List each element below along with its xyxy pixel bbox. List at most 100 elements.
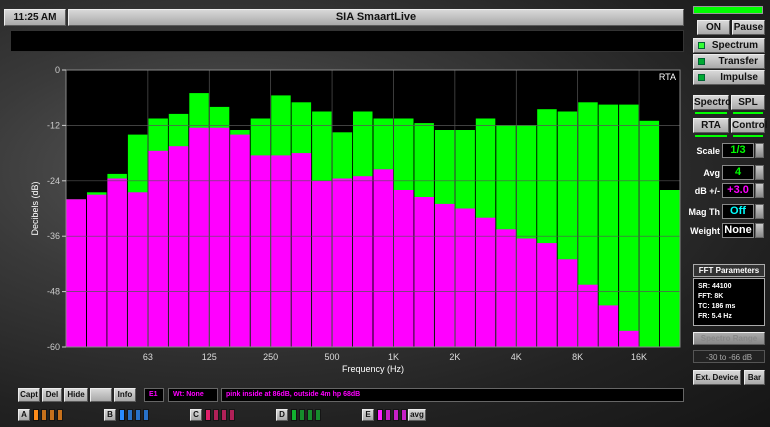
scale-spinner[interactable] <box>755 143 764 158</box>
magth-spinner[interactable] <box>755 204 764 219</box>
bar-series2-band-2 <box>107 178 127 347</box>
slot-c-trace-1[interactable] <box>205 409 211 421</box>
x-tick-label-8: 16K <box>631 352 647 362</box>
y-tick-label-4: -48 <box>47 287 60 297</box>
slot-c-label[interactable]: C <box>190 409 202 421</box>
bar-series2-band-21 <box>496 229 516 347</box>
impulse-led-icon <box>698 74 705 81</box>
control-button[interactable]: Control <box>731 118 768 133</box>
bar-series2-band-22 <box>516 238 537 347</box>
pause-button[interactable]: Pause <box>732 20 765 35</box>
slot-e-trace-2[interactable] <box>385 409 391 421</box>
x-tick-label-2: 250 <box>263 352 278 362</box>
bar-series2-band-15 <box>373 169 393 347</box>
y-tick-label-0: 0 <box>55 65 60 75</box>
bar-series2-band-8 <box>230 134 250 347</box>
ext-device-button[interactable]: Ext. Device <box>693 370 741 385</box>
blank-toolbar-button[interactable] <box>90 388 112 402</box>
slot-d-trace-4[interactable] <box>315 409 321 421</box>
weight-label: Weight <box>690 226 720 236</box>
slot-e-trace-4[interactable] <box>401 409 407 421</box>
slot-a-label[interactable]: A <box>18 409 30 421</box>
clock-display: 11:25 AM <box>4 9 66 26</box>
bar-series2-band-6 <box>189 127 209 347</box>
slot-a-trace-3[interactable] <box>49 409 55 421</box>
magth-label: Mag Th <box>688 207 721 217</box>
control-indicator <box>733 135 763 137</box>
slot-b-trace-1[interactable] <box>119 409 125 421</box>
rta-mode-label: RTA <box>659 72 676 82</box>
weighting-indicator: Wt: None <box>168 388 218 402</box>
bar-series2-band-27 <box>619 330 639 347</box>
spectro-button[interactable]: Spectro <box>693 95 731 110</box>
spectrum-mode-button[interactable]: Spectrum <box>693 38 765 53</box>
slot-c-trace-2[interactable] <box>213 409 219 421</box>
spectro-range-button[interactable]: Spectro Range <box>693 332 765 345</box>
slot-e-label[interactable]: E <box>362 409 374 421</box>
bar-series2-band-1 <box>87 194 107 347</box>
rta-button[interactable]: RTA <box>693 118 729 133</box>
spectro-indicator <box>695 112 727 114</box>
bar-button[interactable]: Bar <box>744 370 765 385</box>
bar-series2-band-4 <box>148 150 168 347</box>
delete-button[interactable]: Del <box>42 388 62 402</box>
spl-button[interactable]: SPL <box>731 95 765 110</box>
bar-series2-band-12 <box>312 180 332 347</box>
fft-sample-rate: SR: 44100 <box>698 283 732 290</box>
bar-series2-band-24 <box>557 259 578 347</box>
bar-series2-band-16 <box>394 190 414 347</box>
slot-e-trace-3[interactable] <box>393 409 399 421</box>
slot-c-trace-3[interactable] <box>221 409 227 421</box>
bar-series2-band-5 <box>168 146 189 347</box>
impulse-mode-button[interactable]: Impulse <box>693 70 765 85</box>
scale-value[interactable]: 1/3 <box>722 143 754 158</box>
magth-value[interactable]: Off <box>722 204 754 219</box>
rta-chart[interactable]: 0 -12 -24 -36 -48 -60 63 125 250 500 1K 2K 4K 8K 16K Fr… <box>0 55 690 385</box>
hide-button[interactable]: Hide <box>64 388 88 402</box>
y-tick-label-1: -12 <box>47 120 60 130</box>
slot-b-trace-2[interactable] <box>127 409 133 421</box>
db-value[interactable]: +3.0 <box>722 183 754 198</box>
bar-series2-band-3 <box>127 192 148 347</box>
weight-spinner[interactable] <box>755 223 764 238</box>
spectrum-led-icon <box>698 42 705 49</box>
info-button[interactable]: Info <box>114 388 136 402</box>
window-title: SIA SmaartLive <box>68 9 684 26</box>
capture-button[interactable]: Capt <box>18 388 40 402</box>
message-strip <box>10 30 684 52</box>
slot-d-trace-3[interactable] <box>307 409 313 421</box>
slot-a-trace-1[interactable] <box>33 409 39 421</box>
x-tick-label-0: 63 <box>143 352 153 362</box>
transfer-led-icon <box>698 58 705 65</box>
bar-series2-band-25 <box>578 284 598 347</box>
trace-note: pink inside at 86dB, outside 4m hp 68dB <box>221 388 684 402</box>
avg-value[interactable]: 4 <box>722 165 754 180</box>
fft-time-constant: TC: 186 ms <box>698 303 736 310</box>
slot-b-trace-4[interactable] <box>143 409 149 421</box>
avg-spinner[interactable] <box>755 165 764 180</box>
average-button[interactable]: avg <box>408 409 426 421</box>
slot-b-label[interactable]: B <box>104 409 116 421</box>
y-tick-label-3: -36 <box>47 231 60 241</box>
db-spinner[interactable] <box>755 183 764 198</box>
on-button[interactable]: ON <box>697 20 730 35</box>
avg-label: Avg <box>703 168 720 178</box>
slot-a-trace-4[interactable] <box>57 409 63 421</box>
level-meter <box>693 6 763 14</box>
slot-a-trace-2[interactable] <box>41 409 47 421</box>
bar-series2-band-20 <box>475 217 496 347</box>
x-tick-label-3: 500 <box>325 352 340 362</box>
slot-d-trace-1[interactable] <box>291 409 297 421</box>
slot-d-trace-2[interactable] <box>299 409 305 421</box>
fft-parameters-panel: SR: 44100 FFT: 8K TC: 186 ms FR: 5.4 Hz <box>693 278 765 326</box>
scale-label: Scale <box>696 146 720 156</box>
slot-d-label[interactable]: D <box>276 409 288 421</box>
slot-c-trace-4[interactable] <box>229 409 235 421</box>
slot-b-trace-3[interactable] <box>135 409 141 421</box>
slot-e-trace-1[interactable] <box>377 409 383 421</box>
transfer-mode-button[interactable]: Transfer <box>693 54 765 69</box>
bar-series2-band-17 <box>414 197 434 347</box>
bar-series2-band-18 <box>434 203 455 347</box>
db-label: dB +/- <box>694 186 720 196</box>
weight-value[interactable]: None <box>722 223 754 238</box>
